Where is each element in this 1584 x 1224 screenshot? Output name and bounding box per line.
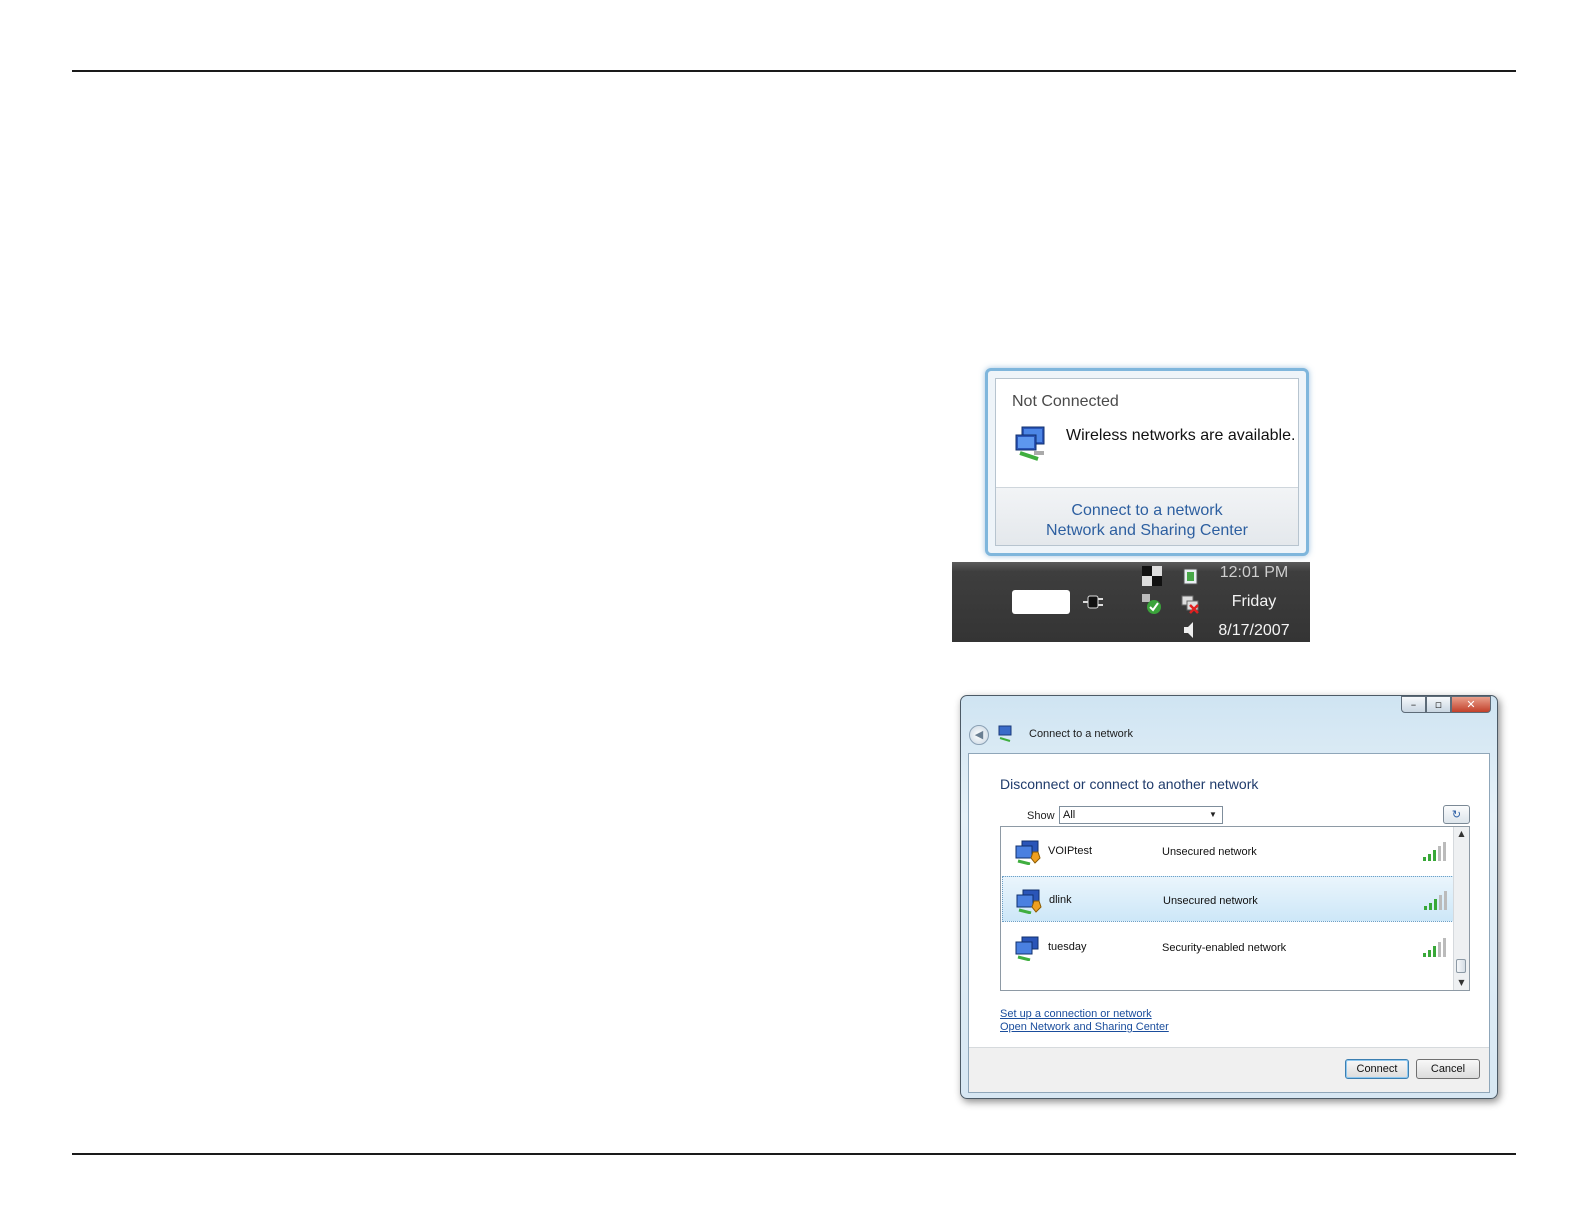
network-security-type: Unsecured network xyxy=(1163,895,1258,907)
clock-date[interactable]: 8/17/2007 xyxy=(1206,622,1302,640)
dialog-content: Disconnect or connect to another network… xyxy=(968,753,1490,1093)
show-label: Show xyxy=(1027,810,1055,822)
unsecured-network-icon xyxy=(1015,840,1041,865)
network-row-dlink[interactable]: dlink Unsecured network xyxy=(1002,876,1454,922)
network-security-type: Security-enabled network xyxy=(1162,942,1287,954)
clock-day[interactable]: Friday xyxy=(1206,593,1302,611)
scroll-thumb[interactable] xyxy=(1456,959,1466,973)
back-arrow-icon[interactable]: ◀ xyxy=(969,725,989,745)
power-plug-icon[interactable] xyxy=(1082,592,1104,612)
signal-strength-icon xyxy=(1423,938,1446,957)
network-name: VOIPtest xyxy=(1048,845,1093,857)
dialog-title: Connect to a network xyxy=(1029,728,1133,740)
scroll-down-icon[interactable]: ▼ xyxy=(1454,976,1469,990)
secured-network-icon xyxy=(1015,936,1039,961)
balloon-links: Connect to a network Network and Sharing… xyxy=(996,487,1298,545)
minimize-button[interactable]: – xyxy=(1401,696,1426,713)
balloon-title: Not Connected xyxy=(1012,393,1119,410)
show-filter-value: All xyxy=(1063,809,1076,821)
network-name: tuesday xyxy=(1048,941,1087,953)
taskbar-tray: 12:01 PM Friday 8/17/2007 xyxy=(952,562,1310,642)
connect-button[interactable]: Connect xyxy=(1345,1059,1409,1079)
list-scrollbar[interactable]: ▲ ▼ xyxy=(1453,827,1469,990)
network-computer-icon xyxy=(1015,426,1045,461)
balloon-body: Not Connected Wireless networks are avai… xyxy=(995,378,1299,546)
dialog-heading: Disconnect or connect to another network xyxy=(1000,776,1259,792)
network-name: dlink xyxy=(1049,894,1072,906)
refresh-button[interactable]: ↻ xyxy=(1443,805,1470,824)
cancel-button[interactable]: Cancel xyxy=(1416,1059,1480,1079)
network-list[interactable]: VOIPtest Unsecured network dlink Unsecur… xyxy=(1000,826,1470,991)
show-filter-dropdown[interactable]: All ▼ xyxy=(1059,806,1223,824)
bottom-rule xyxy=(72,1153,1516,1155)
network-sharing-center-link[interactable]: Network and Sharing Center xyxy=(996,521,1298,541)
chevron-down-icon[interactable]: ▼ xyxy=(1206,808,1220,822)
open-sharing-center-link[interactable]: Open Network and Sharing Center xyxy=(1000,1021,1169,1033)
refresh-icon: ↻ xyxy=(1451,808,1462,821)
security-shield-icon[interactable] xyxy=(1142,594,1162,614)
volume-icon[interactable] xyxy=(1180,620,1200,640)
network-disconnected-icon[interactable] xyxy=(1180,594,1200,614)
setup-connection-link[interactable]: Set up a connection or network xyxy=(1000,1008,1152,1020)
window-controls: – ▫ ✕ xyxy=(1401,696,1491,714)
connect-to-network-link[interactable]: Connect to a network xyxy=(996,501,1298,521)
network-window-icon xyxy=(998,725,1012,742)
scroll-up-icon[interactable]: ▲ xyxy=(1454,827,1469,841)
dialog-footer: Connect Cancel xyxy=(969,1047,1489,1092)
signal-strength-icon xyxy=(1424,891,1447,910)
network-row-voiptest[interactable]: VOIPtest Unsecured network xyxy=(1002,828,1454,874)
network-security-type: Unsecured network xyxy=(1162,846,1257,858)
connect-to-network-dialog: – ▫ ✕ ◀ Connect to a network Disconnect … xyxy=(960,695,1498,1099)
network-notification-balloon: Not Connected Wireless networks are avai… xyxy=(985,368,1309,556)
unsecured-network-icon xyxy=(1016,889,1042,914)
top-rule xyxy=(72,70,1516,72)
signal-strength-icon xyxy=(1423,842,1446,861)
battery-plug-icon[interactable] xyxy=(1180,566,1200,586)
maximize-button[interactable]: ▫ xyxy=(1426,696,1451,713)
checker-icon[interactable] xyxy=(1142,566,1162,586)
network-row-tuesday[interactable]: tuesday Security-enabled network xyxy=(1002,924,1454,970)
clock-time[interactable]: 12:01 PM xyxy=(1206,564,1302,582)
close-button[interactable]: ✕ xyxy=(1451,696,1491,713)
balloon-message: Wireless networks are available. xyxy=(1066,427,1296,444)
taskbar-blank-button[interactable] xyxy=(1012,590,1070,614)
